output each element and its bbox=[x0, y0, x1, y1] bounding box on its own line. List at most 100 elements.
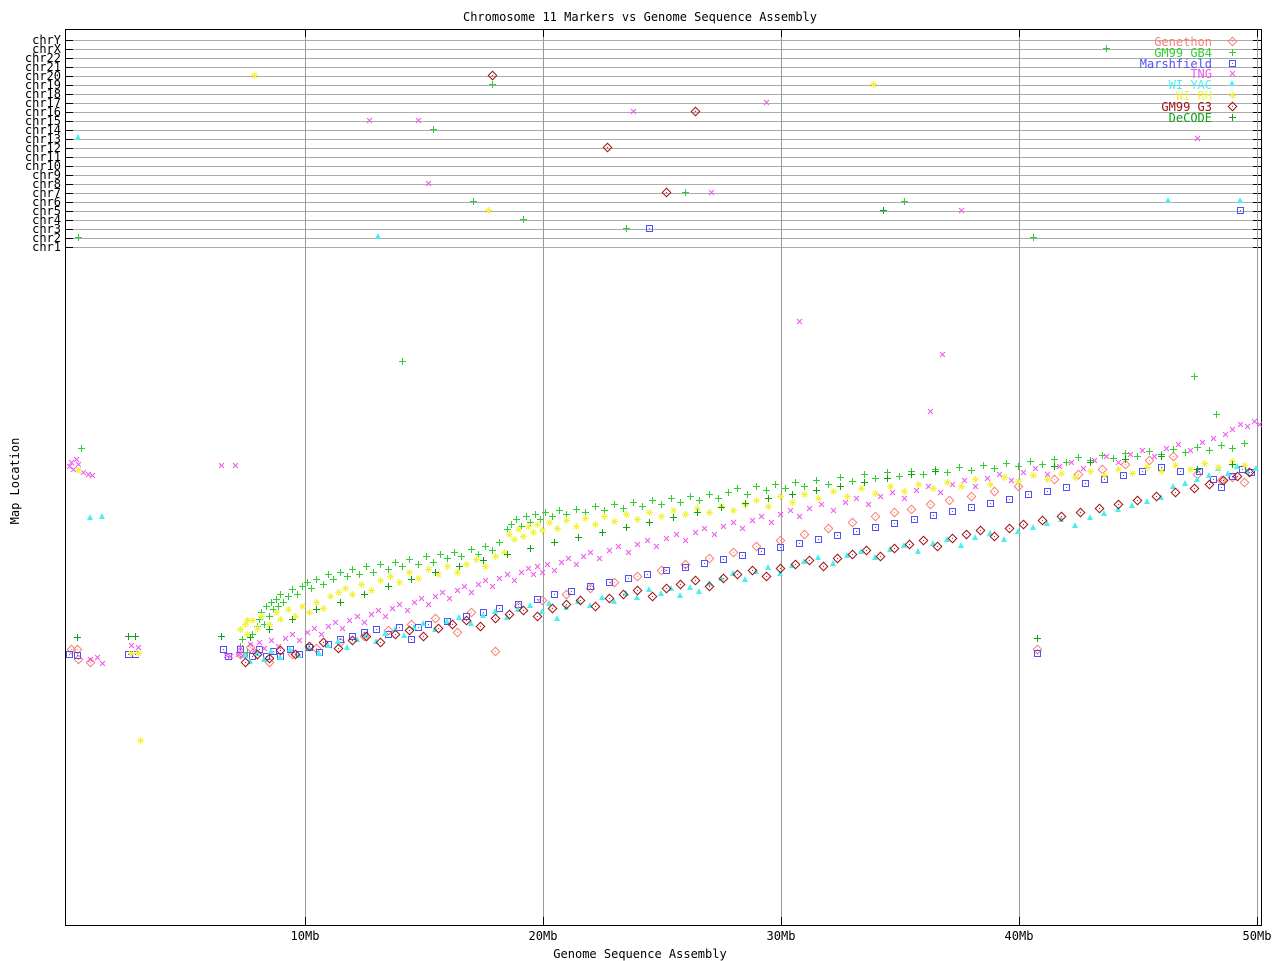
data-point-wirh bbox=[658, 513, 665, 520]
data-point-wirh bbox=[396, 579, 403, 586]
x-tick-label: 20Mb bbox=[513, 930, 573, 942]
y-tick bbox=[65, 220, 73, 221]
y-tick bbox=[65, 175, 73, 176]
data-point-wirh bbox=[1072, 474, 1079, 481]
data-point-decode bbox=[932, 468, 939, 475]
data-point-gb4 bbox=[792, 479, 799, 486]
data-point-marshfield bbox=[891, 520, 898, 527]
data-point-decode bbox=[1051, 463, 1058, 470]
data-point-wirh bbox=[1129, 470, 1136, 477]
data-point-decode bbox=[718, 504, 725, 511]
data-point-gb4 bbox=[968, 467, 975, 474]
data-point-gb4 bbox=[370, 569, 377, 576]
data-point-marshfield bbox=[949, 508, 956, 515]
data-point-marshfield bbox=[606, 579, 613, 586]
data-point-wirh bbox=[972, 476, 979, 483]
data-point-gb4 bbox=[837, 474, 844, 481]
data-point-wiyac bbox=[1225, 470, 1231, 476]
y-tick bbox=[65, 94, 73, 95]
data-point-wirh bbox=[454, 569, 461, 576]
data-point-gb4 bbox=[78, 445, 85, 452]
data-point-wiyac bbox=[1001, 536, 1007, 542]
data-point-marshfield bbox=[625, 575, 632, 582]
legend-marker-icon bbox=[1229, 80, 1235, 86]
data-point-wirh bbox=[858, 485, 865, 492]
x-tick bbox=[305, 917, 306, 925]
data-point-wirh bbox=[306, 609, 313, 616]
data-point-gb4 bbox=[513, 516, 520, 523]
data-point-wirh bbox=[313, 599, 320, 606]
data-point-gb4 bbox=[658, 501, 665, 508]
data-point-marshfield bbox=[1063, 484, 1070, 491]
data-point-wirh bbox=[277, 616, 284, 623]
data-point-gb4 bbox=[706, 491, 713, 498]
data-point-wirh bbox=[623, 511, 630, 518]
data-point-gb4 bbox=[1003, 460, 1010, 467]
data-point-wirh bbox=[539, 527, 546, 534]
data-point-decode bbox=[880, 207, 887, 214]
data-point-gb4 bbox=[677, 499, 684, 506]
data-point-wirh bbox=[915, 481, 922, 488]
data-point-wirh bbox=[406, 569, 413, 576]
data-point-gb4 bbox=[573, 506, 580, 513]
data-point-decode bbox=[670, 514, 677, 521]
data-point-gb4 bbox=[744, 491, 751, 498]
data-point-decode bbox=[908, 471, 915, 478]
data-point-wirh bbox=[320, 605, 327, 612]
data-point-gb4 bbox=[294, 591, 301, 598]
data-point-gb4 bbox=[482, 543, 489, 550]
data-point-marshfield bbox=[663, 567, 670, 574]
data-point-gb4 bbox=[520, 216, 527, 223]
data-point-wirh bbox=[1187, 466, 1194, 473]
data-point-wirh bbox=[254, 625, 261, 632]
data-point-decode bbox=[765, 495, 772, 502]
data-point-gb4 bbox=[1213, 411, 1220, 418]
data-point-decode bbox=[74, 634, 81, 641]
data-point-wiyac bbox=[1015, 528, 1021, 534]
data-point-wirh bbox=[387, 573, 394, 580]
data-point-decode bbox=[313, 606, 320, 613]
x-gridline bbox=[543, 30, 544, 924]
data-point-wirh bbox=[930, 485, 937, 492]
data-point-gb4 bbox=[313, 576, 320, 583]
x-tick bbox=[1257, 29, 1258, 37]
data-point-decode bbox=[646, 519, 653, 526]
x-tick-label: 50Mb bbox=[1227, 930, 1280, 942]
x-tick bbox=[305, 29, 306, 37]
data-point-wirh bbox=[546, 519, 553, 526]
data-point-wiyac bbox=[815, 554, 821, 560]
data-point-decode bbox=[694, 509, 701, 516]
data-point-wirh bbox=[1115, 466, 1122, 473]
y-tick bbox=[65, 112, 73, 113]
data-point-gb4 bbox=[1075, 454, 1082, 461]
chromosome-row-label: chr1 bbox=[0, 241, 61, 253]
data-point-wiyac bbox=[1253, 465, 1259, 471]
data-point-wiyac bbox=[420, 620, 426, 626]
x-tick bbox=[543, 917, 544, 925]
data-point-marshfield bbox=[1082, 480, 1089, 487]
data-point-wirh bbox=[944, 479, 951, 486]
data-point-marshfield bbox=[1120, 472, 1127, 479]
data-point-gb4 bbox=[1229, 445, 1236, 452]
data-point-gb4 bbox=[363, 563, 370, 570]
data-point-gb4 bbox=[458, 553, 465, 560]
data-point-wirh bbox=[299, 603, 306, 610]
data-point-decode bbox=[575, 534, 582, 541]
data-point-wirh bbox=[1015, 478, 1022, 485]
data-point-marshfield bbox=[646, 225, 653, 232]
data-point-marshfield bbox=[644, 571, 651, 578]
data-point-wirh bbox=[592, 521, 599, 528]
data-point-gb4 bbox=[687, 493, 694, 500]
data-point-gb4 bbox=[639, 503, 646, 510]
data-point-marshfield bbox=[872, 524, 879, 531]
y-tick bbox=[65, 238, 73, 239]
data-point-wirh bbox=[511, 536, 518, 543]
data-point-marshfield bbox=[1044, 488, 1051, 495]
data-point-gb4 bbox=[280, 599, 287, 606]
data-point-wirh bbox=[485, 207, 492, 214]
y-tick bbox=[65, 130, 73, 131]
x-tick bbox=[1257, 917, 1258, 925]
data-point-gb4 bbox=[734, 485, 741, 492]
data-point-wiyac bbox=[742, 576, 748, 582]
chromosome-row-line bbox=[66, 130, 1260, 131]
